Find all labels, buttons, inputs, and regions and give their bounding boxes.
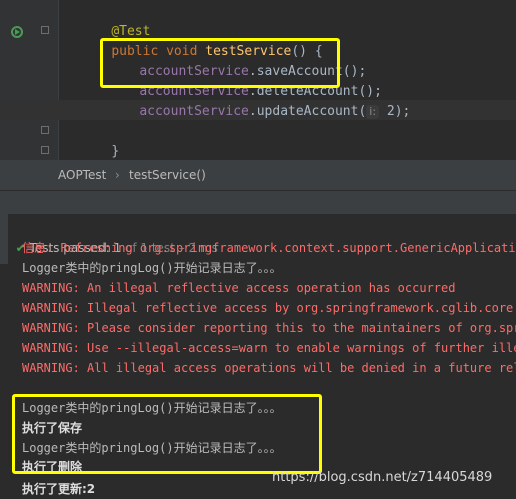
console-line: WARNING: An illegal reflective access op… [22,281,456,295]
fold-icon[interactable] [41,146,49,154]
code-line-close-brace: } [111,144,120,159]
console-line: WARNING: All illegal access operations w… [22,361,516,375]
highlight-box-output [12,394,322,474]
breadcrumb-method[interactable]: testService() [129,160,206,190]
code-line-close-brace-outer: } [52,142,91,179]
parameter-hint: i: [366,105,380,119]
breadcrumb-separator: › [115,168,120,182]
console-line: WARNING: Use --illegal-access=warn to en… [22,341,516,355]
fold-icon[interactable] [41,26,49,34]
fold-icon[interactable] [41,126,49,134]
console-line: Logger类中的pringLog()开始记录日志了。。。 [22,261,282,275]
test-status: ✔ Tests passed: 1 of 1 test – 2 ms [15,241,218,255]
panel-divider[interactable] [0,190,516,215]
code-line-annotation: @Test [111,24,151,39]
console-toolbar-strip [0,214,8,264]
highlight-box-code [100,38,340,88]
code-editor[interactable]: @Test public void testService() { accoun… [0,0,516,179]
console-line: WARNING: Please consider reporting this … [22,321,516,335]
breadcrumb: AOPTest › testService() [0,160,516,190]
console-line: 信息: Refreshing org.springframework.conte… [22,241,516,255]
breadcrumb-class[interactable]: AOPTest [58,160,106,190]
console-line: WARNING: Illegal reflective access by or… [22,301,516,315]
editor-gutter [0,0,59,160]
run-test-icon[interactable] [10,25,24,39]
console-line: 执行了更新:2 [22,482,96,496]
watermark: https://blog.csdn.net/z714405489 [272,470,493,485]
